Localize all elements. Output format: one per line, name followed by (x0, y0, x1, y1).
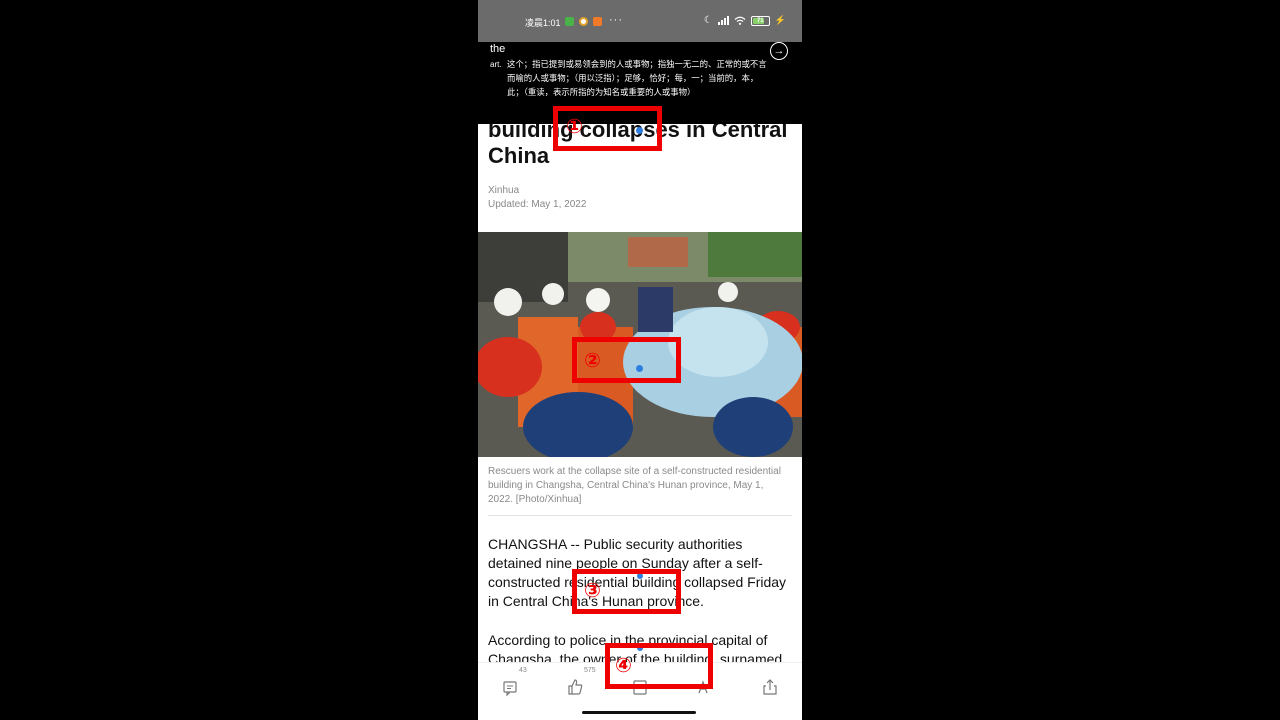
app-notification-icon (593, 17, 602, 26)
app-notification-icon (579, 17, 588, 26)
status-bar: 凌晨1:01 ··· ☾ 71 ⚡ (478, 0, 802, 42)
like-count: 575 (584, 667, 596, 674)
share-icon[interactable] (760, 677, 780, 697)
annotation-label-1: ① (566, 114, 583, 138)
annotation-label-3: ③ (584, 578, 601, 602)
battery-icon: 71 (750, 15, 770, 26)
wifi-icon (734, 16, 746, 25)
signal-icon (717, 16, 729, 25)
article-updated: Updated: May 1, 2022 (488, 199, 587, 210)
status-time: 凌晨1:01 (525, 18, 561, 28)
more-notifications-icon: ··· (609, 14, 623, 26)
battery-level: 71 (756, 17, 764, 24)
comment-icon[interactable] (500, 677, 520, 697)
home-indicator[interactable] (582, 711, 696, 714)
dictionary-part-of-speech: art. (490, 60, 502, 69)
photo-caption: Rescuers work at the collapse site of a … (488, 466, 781, 505)
dictionary-definition: 这个；指已提到或易领会到的人或事物；指独一无二的、正常的或不言而喻的人或事物；（… (507, 59, 767, 97)
arrow-right-circle-icon[interactable]: → (770, 42, 788, 60)
comment-count: 43 (519, 667, 527, 674)
do-not-disturb-icon: ☾ (703, 15, 713, 26)
article-source: Xinhua (488, 185, 520, 196)
divider (488, 515, 792, 516)
status-indicators: ☾ 71 ⚡ (704, 15, 786, 26)
annotation-label-2: ② (584, 348, 601, 372)
charging-icon: ⚡ (774, 15, 786, 25)
annotation-label-4: ④ (615, 653, 632, 677)
dictionary-word: the (490, 43, 506, 55)
app-notification-icon (565, 17, 574, 26)
thumbs-up-icon[interactable] (565, 677, 585, 697)
